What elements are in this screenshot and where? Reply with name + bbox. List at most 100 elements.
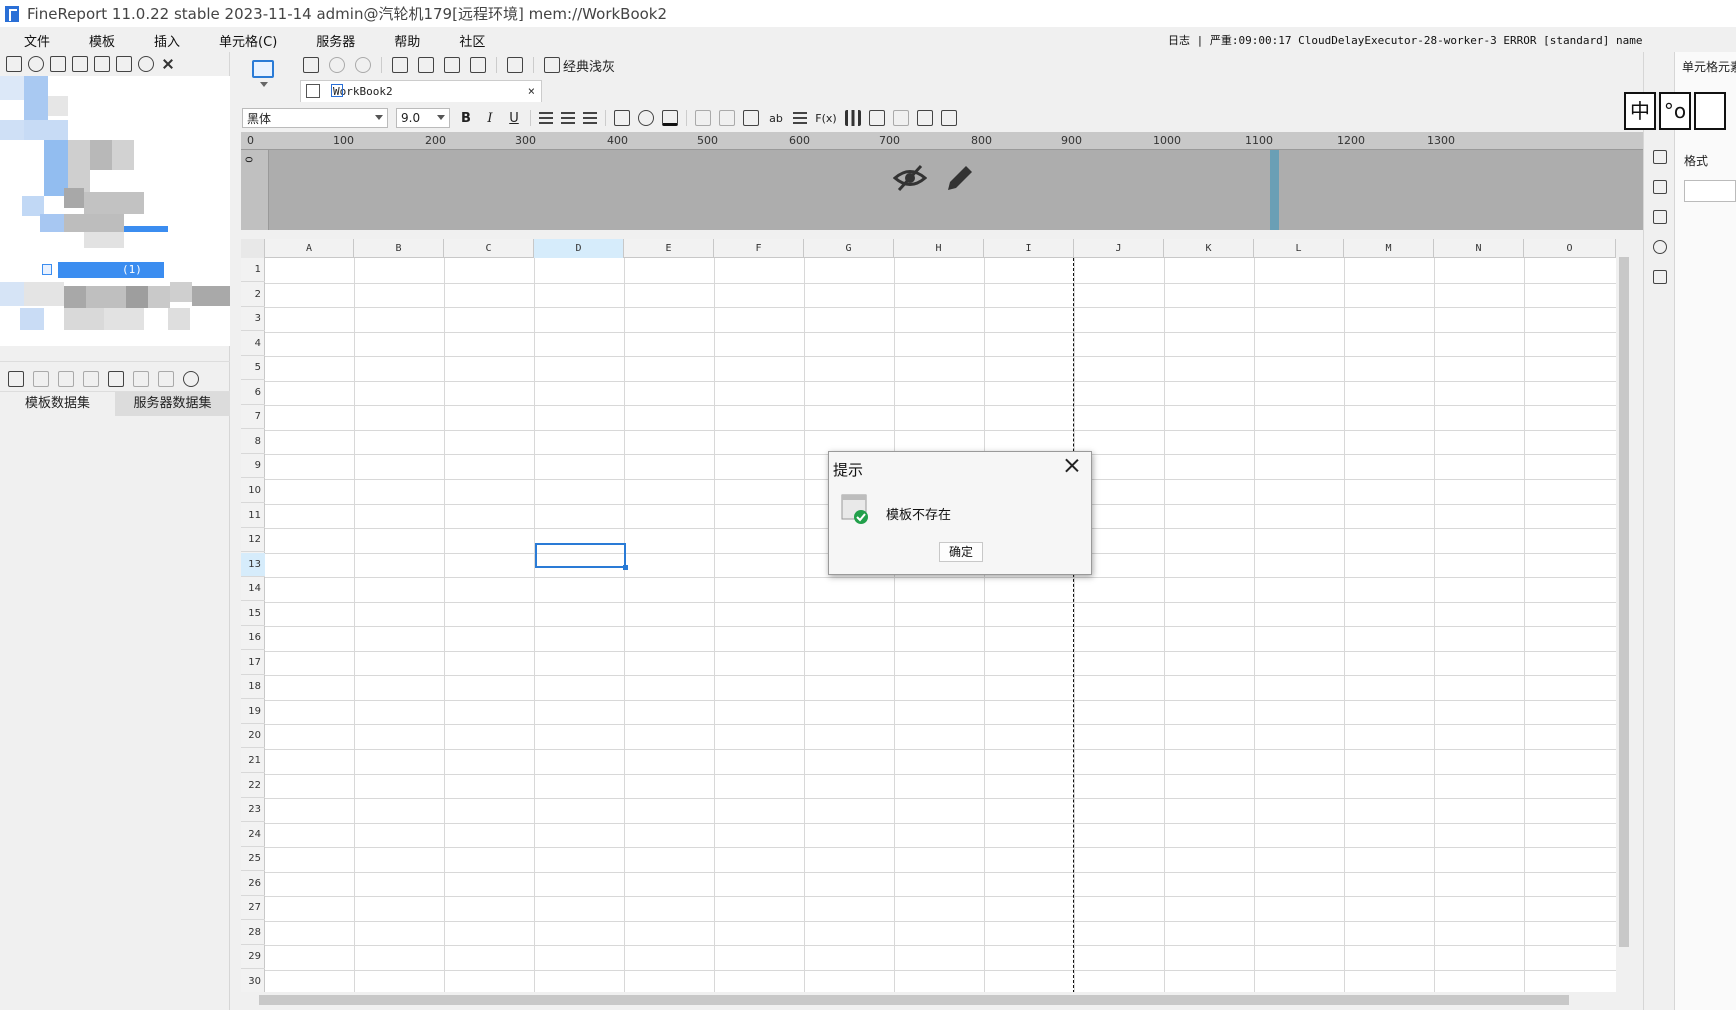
refresh-icon[interactable] [28,56,44,72]
row-header[interactable]: 8 [241,430,265,454]
row-header[interactable]: 3 [241,307,265,332]
format-select[interactable] [1684,180,1736,202]
rich-text-icon[interactable] [793,112,807,124]
ok-button[interactable]: 确定 [939,542,983,562]
undo-icon[interactable] [329,57,345,73]
column-header[interactable]: B [354,239,444,258]
column-header[interactable]: A [265,239,354,258]
cell-attribute-icon[interactable] [1653,180,1667,194]
ime-language-button[interactable]: 中 [1624,92,1656,130]
row-header[interactable]: 5 [241,356,265,381]
close-icon[interactable] [1065,458,1079,472]
row-header[interactable]: 22 [241,774,265,798]
fill-color-icon[interactable] [638,110,654,126]
column-header[interactable]: O [1524,239,1616,258]
export-icon[interactable] [1653,270,1667,284]
tree-scrollbar[interactable] [0,348,230,362]
column-header[interactable]: G [804,239,894,258]
row-header[interactable]: 23 [241,798,265,823]
selected-cell-d13[interactable] [535,543,628,570]
template-tree[interactable]: (1) fvs [0,76,230,346]
cut-icon[interactable] [392,57,408,73]
row-header[interactable]: 18 [241,675,265,700]
database-icon[interactable] [133,370,149,387]
menu-community[interactable]: 社区 [435,31,500,50]
row-header[interactable]: 16 [241,626,265,651]
insert-subreport-icon[interactable] [917,110,933,126]
row-header[interactable]: 28 [241,921,265,945]
row-header[interactable]: 10 [241,479,265,503]
row-header[interactable]: 11 [241,504,265,528]
underline-button[interactable]: U [506,111,522,126]
pencil-icon[interactable] [944,162,976,194]
tree-item-selected[interactable]: (1) fvs [58,262,164,292]
save-icon[interactable] [303,57,319,73]
font-family-select[interactable]: 黑体 [242,108,388,128]
row-header[interactable]: 24 [241,823,265,847]
style-theme-button[interactable]: 经典浅灰 [544,56,615,75]
ime-skin-icon[interactable] [1694,92,1726,130]
locate-icon[interactable] [138,56,154,72]
split-cells-icon[interactable] [719,110,735,126]
select-all-corner[interactable] [241,239,265,258]
insert-slash-icon[interactable] [893,110,909,126]
row-header[interactable]: 6 [241,381,265,405]
column-header[interactable]: K [1164,239,1254,258]
menu-insert[interactable]: 插入 [130,31,195,50]
horizontal-scrollbar[interactable] [241,992,1632,1008]
redo-icon[interactable] [355,57,371,73]
preview-icon[interactable] [83,370,99,387]
italic-button[interactable]: I [482,111,498,126]
row-header[interactable]: 1 [241,258,265,282]
menu-cell[interactable]: 单元格(C) [195,31,292,50]
column-header[interactable]: M [1344,239,1434,258]
tab-template-dataset[interactable]: 模板数据集 [0,392,115,416]
row-header[interactable]: 29 [241,945,265,970]
cell-element-icon[interactable] [1653,150,1667,164]
font-size-select[interactable]: 9.0 [396,108,450,128]
column-header[interactable]: E [624,239,714,258]
insert-float-icon[interactable] [941,110,957,126]
insert-formula-button[interactable]: F(x) [815,112,837,125]
add-dataset-icon[interactable] [8,370,24,387]
row-header[interactable]: 25 [241,847,265,872]
close-tab-icon[interactable]: × [528,84,535,98]
row-header[interactable]: 12 [241,528,265,553]
copy-icon[interactable] [418,57,434,73]
format-painter-icon[interactable] [470,57,486,73]
row-header[interactable]: 27 [241,896,265,921]
insert-field-icon[interactable] [743,110,759,126]
bold-button[interactable]: B [458,111,474,126]
trash-icon[interactable] [116,56,132,72]
align-right-icon[interactable] [583,112,597,124]
edit-icon[interactable] [33,370,49,387]
database-refresh-icon[interactable] [158,370,174,387]
widget-settings-icon[interactable] [1653,210,1667,224]
column-header[interactable]: N [1434,239,1524,258]
merge-cells-icon[interactable] [695,110,711,126]
copy-template-icon[interactable] [50,56,66,72]
grid-view-icon[interactable] [306,84,320,98]
search-icon[interactable] [183,370,199,387]
log-status[interactable]: 日志 | 严重:09:00:17 CloudDelayExecutor-28-w… [1168,32,1642,48]
spreadsheet-grid[interactable]: A B C D E F G H I J K L M N O 1234567891… [241,239,1616,992]
scroll-thumb[interactable] [1619,257,1629,947]
row-header[interactable]: 15 [241,602,265,626]
column-header[interactable]: I [984,239,1074,258]
menu-template[interactable]: 模板 [65,31,130,50]
row-header[interactable]: 19 [241,700,265,724]
font-color-icon[interactable] [662,110,678,126]
eye-slash-icon[interactable] [893,163,927,193]
row-header[interactable]: 26 [241,872,265,896]
row-header[interactable]: 9 [241,454,265,479]
tab-server-dataset[interactable]: 服务器数据集 [115,392,230,416]
delete-dataset-icon[interactable] [58,370,74,387]
align-center-icon[interactable] [561,112,575,124]
delete-icon[interactable] [72,56,88,72]
column-header-selected[interactable]: D [534,239,624,258]
menu-file[interactable]: 文件 [0,31,65,50]
row-header[interactable]: 13 [241,552,265,577]
ime-punctuation-button[interactable]: °o [1659,92,1691,130]
row-header[interactable]: 2 [241,283,265,307]
row-header[interactable]: 4 [241,332,265,356]
